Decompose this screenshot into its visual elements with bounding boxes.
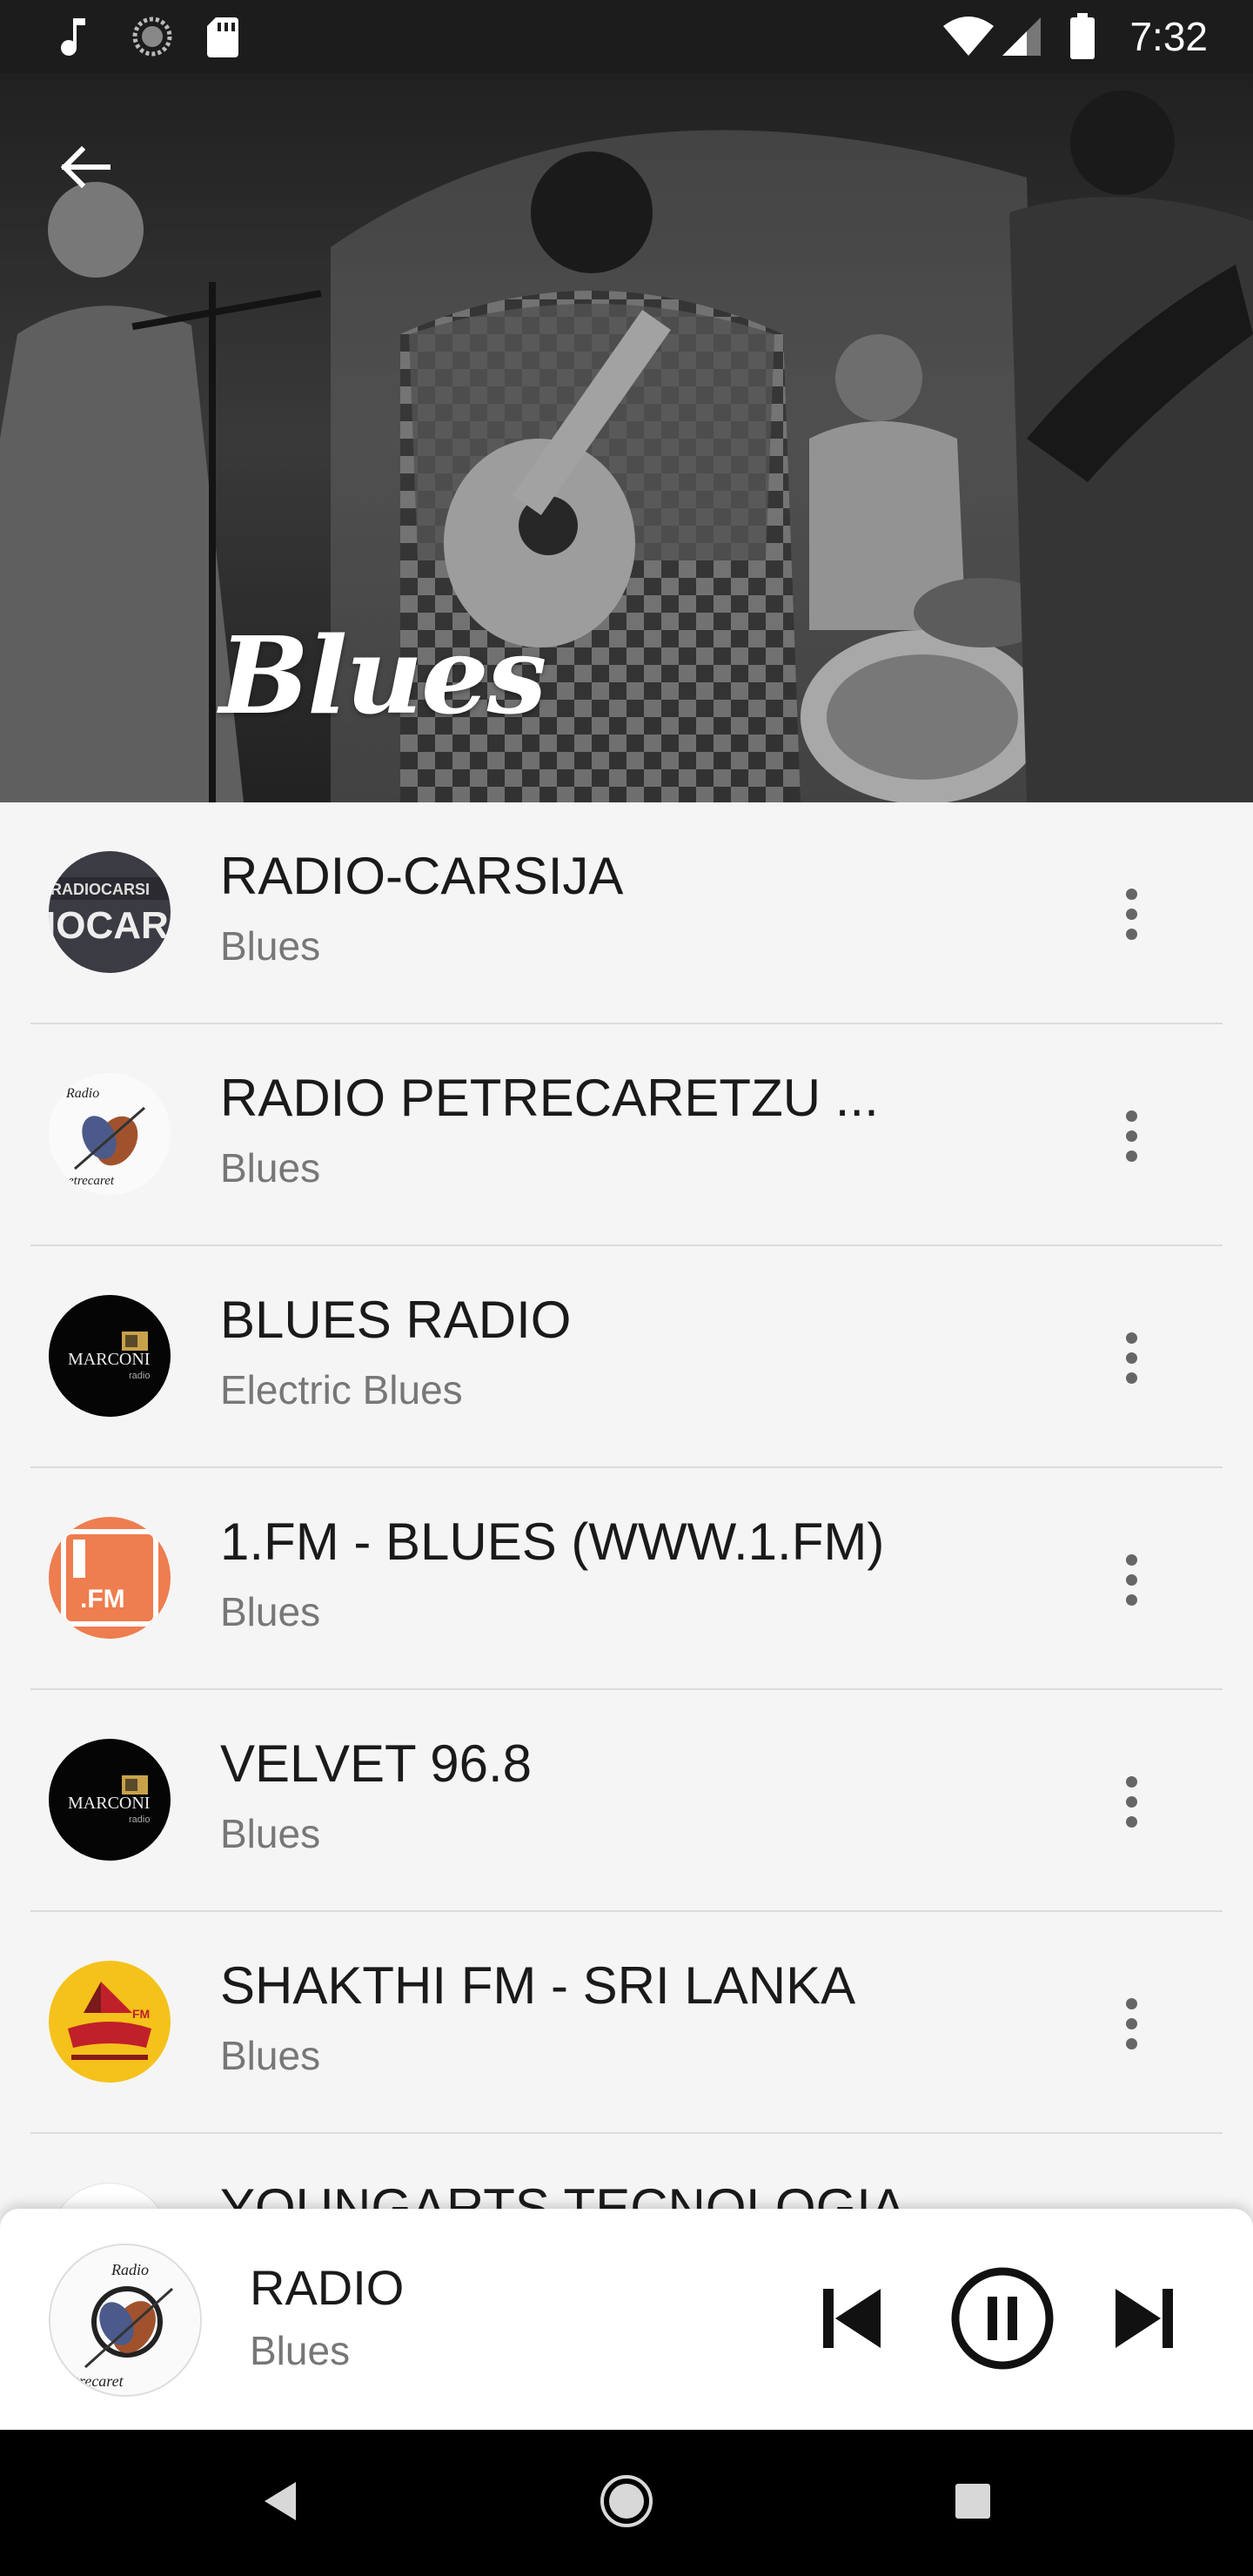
pause-button[interactable] (945, 2263, 1060, 2378)
header-band-photo (0, 73, 1253, 802)
svg-text:RADIOCARSI: RADIOCARSI (50, 881, 150, 898)
station-name: 1.FM - BLUES (WWW.1.FM) (220, 1513, 885, 1571)
nav-back-button[interactable] (228, 2451, 332, 2555)
skip-next-icon (1110, 2284, 1180, 2358)
more-options-button[interactable] (1096, 1980, 1166, 2067)
svg-text:.FM: .FM (80, 1585, 125, 1613)
station-row[interactable]: FM SHAKTHI FM - SRI LANKA Blues (0, 1912, 1253, 2134)
station-genre: Blues (220, 1145, 321, 1191)
mini-player[interactable]: Radio etrecaret RADIO Blues (0, 2209, 1253, 2430)
sd-card-icon (205, 0, 240, 73)
station-row[interactable]: MARCONI radio BLUES RADIO Electric Blues (0, 1246, 1253, 1468)
more-options-button[interactable] (1096, 1092, 1166, 1179)
onefm-logo: .FM (49, 1517, 171, 1639)
signal-icon (1001, 0, 1042, 73)
back-button[interactable] (44, 127, 127, 211)
station-genre: Blues (220, 1811, 321, 1856)
svg-text:Radio: Radio (65, 1086, 99, 1101)
station-row[interactable]: .FM 1.FM - BLUES (WWW.1.FM) Blues (0, 1468, 1253, 1690)
now-playing-title: RADIO (250, 2260, 405, 2315)
svg-text:radio: radio (129, 1371, 150, 1381)
sync-icon (131, 0, 174, 73)
more-options-button[interactable] (1096, 1536, 1166, 1623)
station-genre: Blues (220, 923, 321, 969)
station-name: YOUNGARTS TECNOLOGIA (220, 2178, 906, 2212)
music-note-icon (61, 0, 92, 73)
station-name: RADIO PETRECARETZU ... (220, 1069, 879, 1127)
skip-previous-button[interactable] (799, 2268, 903, 2372)
status-time: 7:32 (1129, 14, 1208, 59)
recents-square-icon (954, 2482, 992, 2525)
battery-icon (1069, 0, 1096, 73)
svg-text:etrecaret: etrecaret (68, 1174, 115, 1188)
marconi-logo: MARCONI radio (49, 1295, 171, 1417)
station-row[interactable]: Radio etrecaret RADIO PETRECARETZU ... B… (0, 1024, 1253, 1246)
pause-icon (949, 2265, 1055, 2376)
station-name: RADIO-CARSIJA (220, 847, 624, 905)
svg-text:MARCONI: MARCONI (68, 1794, 150, 1813)
skip-next-button[interactable] (1093, 2268, 1197, 2372)
nav-recents-button[interactable] (921, 2451, 1025, 2555)
svg-text:MARCONI: MARCONI (68, 1350, 150, 1369)
svg-text:IOCARS: IOCARS (49, 904, 171, 947)
more-options-button[interactable] (1096, 1758, 1166, 1845)
svg-text:FM: FM (132, 2007, 150, 2021)
shakthi-logo: FM (49, 1961, 171, 2083)
radiocarsija-logo: RADIOCARSI IOCARS (49, 851, 171, 973)
station-name: VELVET 96.8 (220, 1734, 533, 1793)
station-row[interactable]: YOUNGARTS TECNOLOGIA (0, 2134, 1253, 2212)
wifi-icon (941, 0, 995, 73)
now-playing-artwork: Radio etrecaret (49, 2244, 202, 2397)
home-circle-icon (599, 2473, 654, 2533)
marconi-logo: MARCONI radio (49, 1739, 171, 1861)
station-genre: Blues (220, 2033, 321, 2078)
station-name: BLUES RADIO (220, 1291, 572, 1349)
skip-previous-icon (816, 2284, 886, 2358)
station-row[interactable]: RADIOCARSI IOCARS RADIO-CARSIJA Blues (0, 802, 1253, 1024)
youngarts-logo (49, 2183, 171, 2212)
now-playing-genre: Blues (250, 2328, 351, 2373)
status-bar: 7:32 (0, 0, 1253, 73)
station-genre: Blues (220, 1589, 321, 1634)
category-title: Blues (219, 613, 546, 738)
station-list: RADIOCARSI IOCARS RADIO-CARSIJA Blues Ra… (0, 802, 1253, 2212)
category-header: Blues (0, 73, 1253, 802)
svg-text:radio: radio (129, 1815, 150, 1825)
arrow-left-icon (59, 145, 111, 193)
petrecaretzu-logo: Radio etrecaret (49, 1073, 171, 1195)
station-row[interactable]: MARCONI radio VELVET 96.8 Blues (0, 1690, 1253, 1912)
more-options-button[interactable] (1096, 1314, 1166, 1401)
svg-text:Radio: Radio (111, 2261, 149, 2278)
back-triangle-icon (259, 2479, 301, 2528)
nav-home-button[interactable] (574, 2451, 679, 2555)
station-name: SHAKTHI FM - SRI LANKA (220, 1956, 856, 2015)
station-genre: Electric Blues (220, 1367, 463, 1412)
svg-text:etrecaret: etrecaret (68, 2372, 124, 2390)
system-nav-bar (0, 2430, 1253, 2576)
more-options-button[interactable] (1096, 870, 1166, 957)
